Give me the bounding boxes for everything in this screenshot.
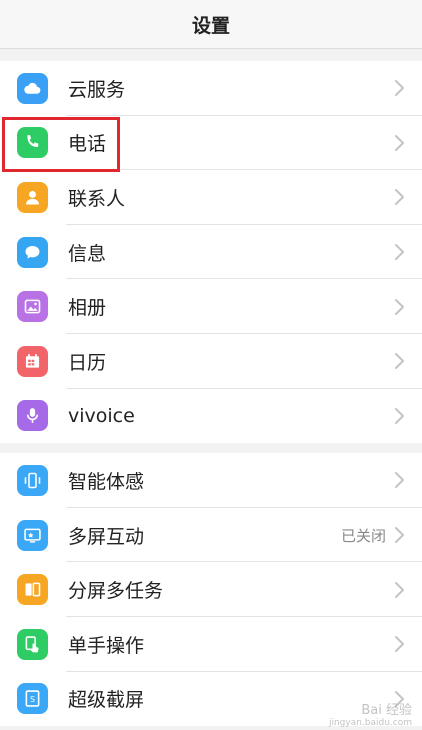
message-icon	[17, 236, 48, 268]
settings-row-contacts[interactable]: 联系人	[0, 170, 422, 225]
chevron-right-icon	[395, 189, 404, 206]
settings-row-label: 智能体感	[68, 470, 145, 493]
settings-row-label: 分屏多任务	[68, 580, 164, 603]
settings-group-features: 智能体感 多屏互动 已关闭 分屏多任务 单手操作 S 超级截屏	[0, 453, 422, 727]
status-text: 已关闭	[340, 526, 386, 545]
settings-row-label: 相册	[68, 297, 107, 320]
group-divider	[0, 443, 422, 454]
settings-row-label: 多屏互动	[68, 525, 145, 548]
chevron-right-icon	[395, 581, 404, 598]
settings-row-cloud[interactable]: 云服务	[0, 61, 422, 116]
highlight-box	[2, 117, 120, 172]
settings-row-vivoice[interactable]: vivoice	[0, 389, 422, 444]
screenshot-icon: S	[17, 683, 48, 715]
settings-row-calendar[interactable]: 日历	[0, 334, 422, 389]
microphone-icon	[17, 400, 48, 432]
chevron-right-icon	[395, 636, 404, 653]
settings-row-label: vivoice	[68, 404, 135, 427]
svg-text:S: S	[30, 695, 35, 704]
settings-row-label: 联系人	[68, 187, 126, 210]
settings-row-label: 云服务	[68, 78, 126, 101]
cloud-icon	[17, 72, 48, 104]
chevron-right-icon	[395, 407, 404, 424]
multi-screen-icon	[17, 519, 48, 551]
settings-row-album[interactable]: 相册	[0, 279, 422, 334]
settings-row-split-screen[interactable]: 分屏多任务	[0, 562, 422, 617]
watermark: Bai 经验 jingyan.baidu.com	[329, 699, 412, 728]
chevron-right-icon	[395, 353, 404, 370]
page-title: 设置	[191, 14, 230, 37]
settings-row-smart-motion[interactable]: 智能体感	[0, 453, 422, 508]
split-screen-icon	[17, 574, 48, 606]
calendar-icon	[17, 345, 48, 377]
watermark-text: Bai 经验	[361, 703, 412, 718]
settings-row-messages[interactable]: 信息	[0, 225, 422, 280]
chevron-right-icon	[395, 472, 404, 489]
settings-row-label: 日历	[68, 351, 107, 374]
settings-row-label: 信息	[68, 242, 107, 265]
title-bar: 设置	[0, 0, 422, 49]
settings-row-multi-screen[interactable]: 多屏互动 已关闭	[0, 508, 422, 563]
chevron-right-icon	[395, 134, 404, 151]
smart-motion-icon	[17, 464, 48, 496]
chevron-right-icon	[395, 298, 404, 315]
chevron-right-icon	[395, 527, 404, 544]
settings-row-label: 单手操作	[68, 634, 145, 657]
chevron-right-icon	[395, 244, 404, 261]
one-hand-icon	[17, 628, 48, 660]
watermark-url: jingyan.baidu.com	[328, 718, 412, 728]
chevron-right-icon	[395, 80, 404, 97]
photo-icon	[17, 291, 48, 323]
contacts-icon	[17, 181, 48, 213]
settings-row-one-hand[interactable]: 单手操作	[0, 617, 422, 672]
